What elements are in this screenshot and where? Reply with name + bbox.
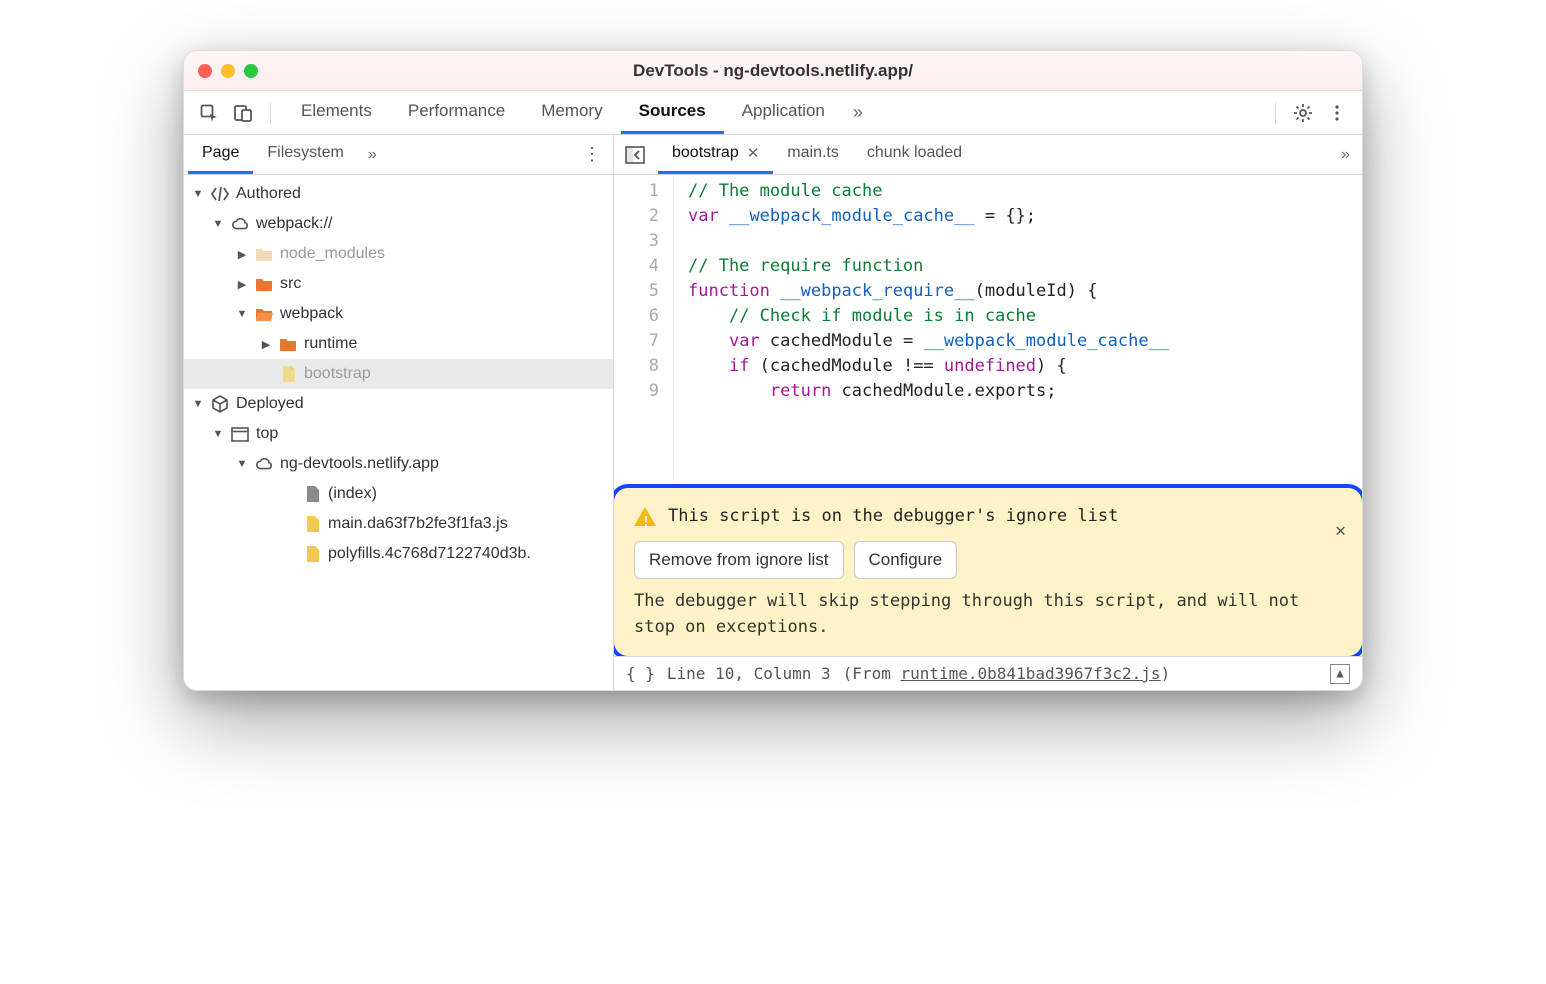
file-tab-main-ts[interactable]: main.ts bbox=[773, 135, 853, 174]
cursor-position: Line 10, Column 3 bbox=[667, 661, 831, 686]
panel-overflow-icon[interactable]: » bbox=[843, 102, 873, 123]
tab-elements[interactable]: Elements bbox=[283, 91, 390, 134]
tree-label: bootstrap bbox=[304, 365, 371, 383]
device-toggle-icon[interactable] bbox=[228, 98, 258, 128]
file-tabs: bootstrap ✕ main.ts chunk loaded » bbox=[614, 135, 1362, 175]
cloud-icon bbox=[230, 214, 250, 234]
remove-from-ignore-list-button[interactable]: Remove from ignore list bbox=[634, 541, 844, 579]
tree-folder-node-modules[interactable]: ▶ node_modules bbox=[184, 239, 613, 269]
file-tab-label: bootstrap bbox=[672, 144, 739, 162]
inspect-element-icon[interactable] bbox=[194, 98, 224, 128]
code-icon bbox=[210, 184, 230, 204]
close-banner-icon[interactable]: ✕ bbox=[1335, 518, 1346, 543]
sidebar-tab-filesystem[interactable]: Filesystem bbox=[253, 135, 357, 174]
cube-icon bbox=[210, 394, 230, 414]
banner-description: The debugger will skip stepping through … bbox=[634, 589, 1306, 640]
file-tree: ▼ Authored ▼ webpack:// ▶ node_modules ▶ bbox=[184, 175, 613, 690]
tab-performance[interactable]: Performance bbox=[390, 91, 523, 134]
titlebar: DevTools - ng-devtools.netlify.app/ bbox=[184, 51, 1362, 91]
folder-icon bbox=[278, 334, 298, 354]
file-tabs-overflow-icon[interactable]: » bbox=[1329, 146, 1362, 164]
chevron-down-icon: ▼ bbox=[192, 398, 204, 410]
show-console-drawer-icon[interactable]: ▲ bbox=[1330, 664, 1350, 684]
chevron-right-icon: ▶ bbox=[236, 278, 248, 290]
window-title: DevTools - ng-devtools.netlify.app/ bbox=[184, 61, 1362, 81]
tree-domain[interactable]: ▼ ng-devtools.netlify.app bbox=[184, 449, 613, 479]
separator bbox=[1275, 102, 1276, 124]
tree-file-polyfills-js[interactable]: ▶ polyfills.4c768d7122740d3b. bbox=[184, 539, 613, 569]
editor-pane: bootstrap ✕ main.ts chunk loaded » 12345… bbox=[614, 135, 1362, 690]
folder-icon bbox=[254, 274, 274, 294]
tree-frame-top[interactable]: ▼ top bbox=[184, 419, 613, 449]
tree-label: ng-devtools.netlify.app bbox=[280, 455, 439, 473]
source-origin: (From runtime.0b841bad3967f3c2.js) bbox=[843, 661, 1171, 686]
tree-label: webpack:// bbox=[256, 215, 332, 233]
editor-status-bar: { } Line 10, Column 3 (From runtime.0b84… bbox=[614, 656, 1362, 690]
tree-label: webpack bbox=[280, 305, 343, 323]
close-tab-icon[interactable]: ✕ bbox=[747, 144, 760, 162]
navigator-tabs: Page Filesystem » ⋮ bbox=[184, 135, 613, 175]
settings-gear-icon[interactable] bbox=[1288, 98, 1318, 128]
frame-icon bbox=[230, 424, 250, 444]
js-file-icon bbox=[302, 544, 322, 564]
banner-title: This script is on the debugger's ignore … bbox=[668, 504, 1118, 529]
file-tab-label: chunk loaded bbox=[867, 144, 962, 162]
tree-label: Authored bbox=[236, 185, 301, 203]
tree-folder-webpack[interactable]: ▼ webpack bbox=[184, 299, 613, 329]
tree-file-index[interactable]: ▶ (index) bbox=[184, 479, 613, 509]
tab-memory[interactable]: Memory bbox=[523, 91, 620, 134]
file-tab-chunk-loaded[interactable]: chunk loaded bbox=[853, 135, 976, 174]
tree-folder-webpack-scheme[interactable]: ▼ webpack:// bbox=[184, 209, 613, 239]
source-origin-link[interactable]: runtime.0b841bad3967f3c2.js bbox=[900, 664, 1160, 683]
navigator-sidebar: Page Filesystem » ⋮ ▼ Authored ▼ webpack… bbox=[184, 135, 614, 690]
tree-group-authored[interactable]: ▼ Authored bbox=[184, 179, 613, 209]
tree-group-deployed[interactable]: ▼ Deployed bbox=[184, 389, 613, 419]
sidebar-overflow-icon[interactable]: » bbox=[358, 146, 387, 164]
file-icon bbox=[278, 364, 298, 384]
file-tab-label: main.ts bbox=[787, 144, 839, 162]
file-tab-bootstrap[interactable]: bootstrap ✕ bbox=[658, 135, 773, 174]
tree-label: Deployed bbox=[236, 395, 304, 413]
sidebar-tab-page[interactable]: Page bbox=[188, 135, 253, 174]
tree-label: runtime bbox=[304, 335, 357, 353]
toggle-navigator-icon[interactable] bbox=[620, 140, 650, 170]
js-file-icon bbox=[302, 514, 322, 534]
devtools-window: DevTools - ng-devtools.netlify.app/ Elem… bbox=[183, 50, 1363, 691]
tree-label: src bbox=[280, 275, 301, 293]
tab-application[interactable]: Application bbox=[724, 91, 843, 134]
tab-sources[interactable]: Sources bbox=[621, 91, 724, 134]
sources-body: Page Filesystem » ⋮ ▼ Authored ▼ webpack… bbox=[184, 135, 1362, 690]
tree-file-main-js[interactable]: ▶ main.da63f7b2fe3f1fa3.js bbox=[184, 509, 613, 539]
tree-label: (index) bbox=[328, 485, 377, 503]
panel-tabs: Elements Performance Memory Sources Appl… bbox=[283, 91, 873, 134]
cloud-icon bbox=[254, 454, 274, 474]
tree-label: node_modules bbox=[280, 245, 385, 263]
document-icon bbox=[302, 484, 322, 504]
chevron-down-icon: ▼ bbox=[212, 428, 224, 440]
tree-folder-runtime[interactable]: ▶ runtime bbox=[184, 329, 613, 359]
ignore-list-banner: This script is on the debugger's ignore … bbox=[614, 484, 1362, 660]
folder-icon bbox=[254, 244, 274, 264]
tree-folder-src[interactable]: ▶ src bbox=[184, 269, 613, 299]
chevron-down-icon: ▼ bbox=[192, 188, 204, 200]
chevron-right-icon: ▶ bbox=[236, 248, 248, 260]
chevron-down-icon: ▼ bbox=[236, 308, 248, 320]
tree-label: top bbox=[256, 425, 278, 443]
code-editor[interactable]: 123456789 // The module cachevar __webpa… bbox=[614, 175, 1362, 690]
folder-open-icon bbox=[254, 304, 274, 324]
sidebar-kebab-icon[interactable]: ⋮ bbox=[571, 144, 613, 165]
pretty-print-icon[interactable]: { } bbox=[626, 661, 655, 686]
tree-file-bootstrap[interactable]: ▶ bootstrap bbox=[184, 359, 613, 389]
main-toolbar: Elements Performance Memory Sources Appl… bbox=[184, 91, 1362, 135]
kebab-menu-icon[interactable] bbox=[1322, 98, 1352, 128]
chevron-down-icon: ▼ bbox=[236, 458, 248, 470]
configure-button[interactable]: Configure bbox=[854, 541, 958, 579]
tree-label: main.da63f7b2fe3f1fa3.js bbox=[328, 515, 508, 533]
warning-icon bbox=[634, 507, 656, 526]
separator bbox=[270, 102, 271, 124]
chevron-right-icon: ▶ bbox=[260, 338, 272, 350]
tree-label: polyfills.4c768d7122740d3b. bbox=[328, 545, 531, 563]
chevron-down-icon: ▼ bbox=[212, 218, 224, 230]
